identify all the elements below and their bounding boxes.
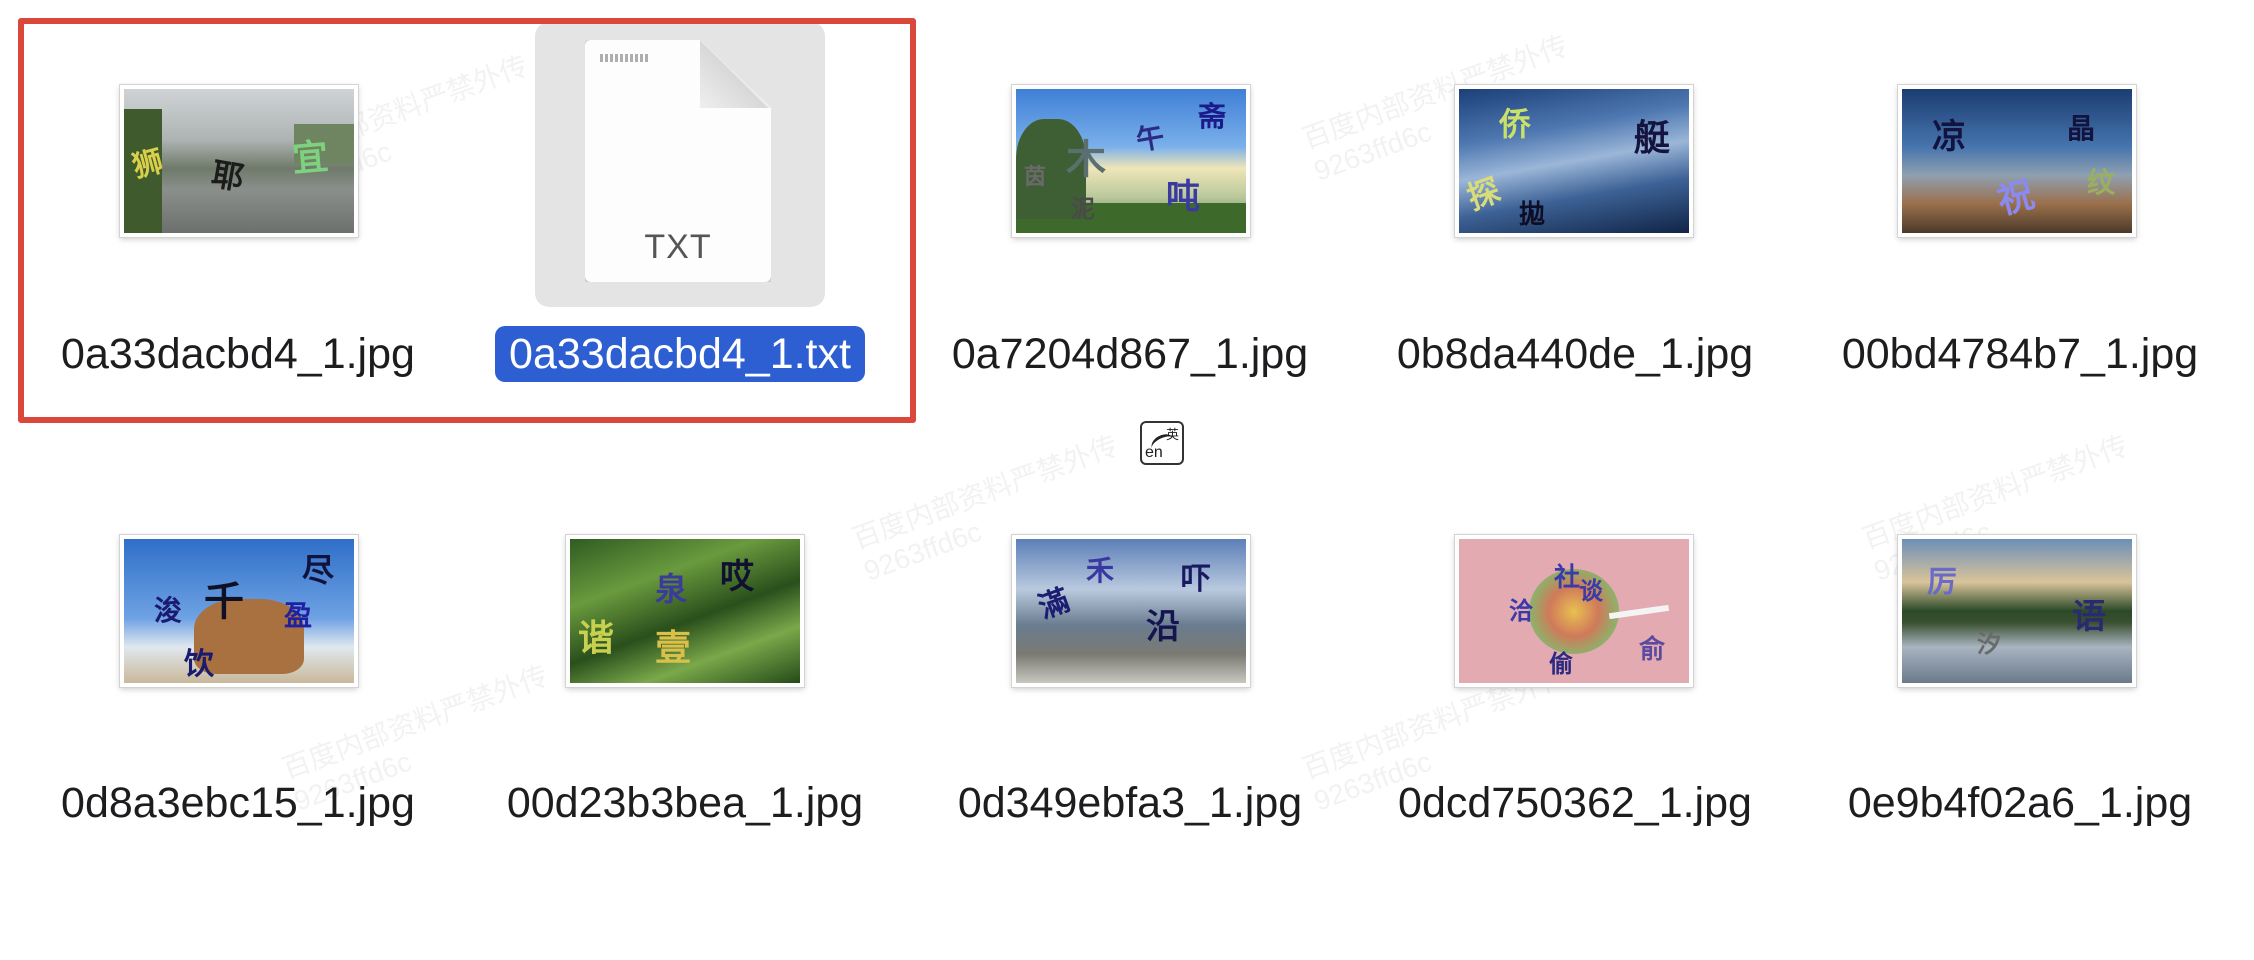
ime-secondary: 英 [1165, 427, 1179, 442]
captcha-char: 茵 [1024, 165, 1047, 190]
input-method-icon[interactable]: 英 en [1140, 421, 1184, 465]
captcha-char: 沿 [1146, 607, 1180, 647]
image-thumbnail[interactable]: 社 谈 洽 偷 俞 [1455, 535, 1693, 687]
image-thumbnail[interactable]: 滿 禾 吓 沿 [1012, 535, 1250, 687]
file-name: 0d349ebfa3_1.jpg [957, 779, 1303, 827]
captcha-char: 晶 [2067, 112, 2096, 145]
captcha-char: 禾 [1086, 554, 1115, 587]
ime-primary: en [1145, 444, 1163, 461]
captcha-char: 探 [1462, 170, 1506, 218]
image-thumbnail[interactable]: 泉 哎 谐 壹 [566, 535, 804, 687]
image-thumbnail[interactable]: 厉 语 汐 [1898, 535, 2136, 687]
image-thumbnail[interactable]: 侨 艇 探 拋 [1455, 85, 1693, 237]
image-thumbnail[interactable]: 凉 晶 祝 纹 [1898, 85, 2136, 237]
captcha-char: 千 [204, 579, 244, 625]
captcha-char: 厉 [1927, 565, 1957, 600]
captcha-char: 泉 [655, 570, 688, 608]
captcha-char: 拋 [1519, 200, 1546, 230]
image-thumbnail[interactable]: 木 午 斋 吨 泥 茵 [1012, 85, 1250, 237]
captcha-char: 偷 [1549, 650, 1573, 678]
image-thumbnail[interactable]: 千 尽 盈 浚 饮 [120, 535, 358, 687]
captcha-char: 浚 [154, 594, 183, 627]
captcha-char: 洽 [1509, 597, 1533, 625]
captcha-char: 午 [1133, 119, 1167, 158]
captcha-char: 斋 [1198, 100, 1227, 133]
file-name: 00bd4784b7_1.jpg [1841, 330, 2199, 378]
highlight-box [18, 18, 916, 423]
captcha-char: 谐 [578, 618, 615, 659]
captcha-char: 语 [2072, 597, 2106, 637]
captcha-char: 祝 [1993, 173, 2039, 223]
captcha-char: 尽 [302, 551, 335, 589]
captcha-char: 吨 [1166, 177, 1200, 217]
file-name: 0e9b4f02a6_1.jpg [1847, 779, 2193, 827]
captcha-char: 俞 [1639, 635, 1666, 665]
captcha-char: 盈 [284, 599, 313, 632]
captcha-char: 汐 [1977, 630, 2001, 658]
captcha-char: 壹 [655, 628, 692, 669]
captcha-char: 木 [1066, 137, 1106, 183]
file-name: 00d23b3bea_1.jpg [506, 779, 864, 827]
captcha-char: 艇 [1634, 118, 1671, 159]
captcha-char: 哎 [720, 557, 754, 597]
captcha-char: 凉 [1932, 117, 1966, 157]
captcha-char: 侨 [1499, 105, 1532, 143]
captcha-char: 饮 [184, 647, 214, 682]
captcha-char: 滿 [1034, 582, 1075, 626]
captcha-char: 谈 [1579, 577, 1603, 605]
file-name: 0b8da440de_1.jpg [1396, 330, 1754, 378]
captcha-char: 纹 [2087, 166, 2116, 199]
file-name: 0a7204d867_1.jpg [951, 330, 1309, 378]
captcha-char: 社 [1554, 563, 1581, 593]
file-name: 0dcd750362_1.jpg [1398, 779, 1752, 827]
file-name: 0d8a3ebc15_1.jpg [61, 779, 415, 827]
captcha-char: 泥 [1071, 195, 1095, 223]
captcha-char: 吓 [1181, 562, 1211, 597]
